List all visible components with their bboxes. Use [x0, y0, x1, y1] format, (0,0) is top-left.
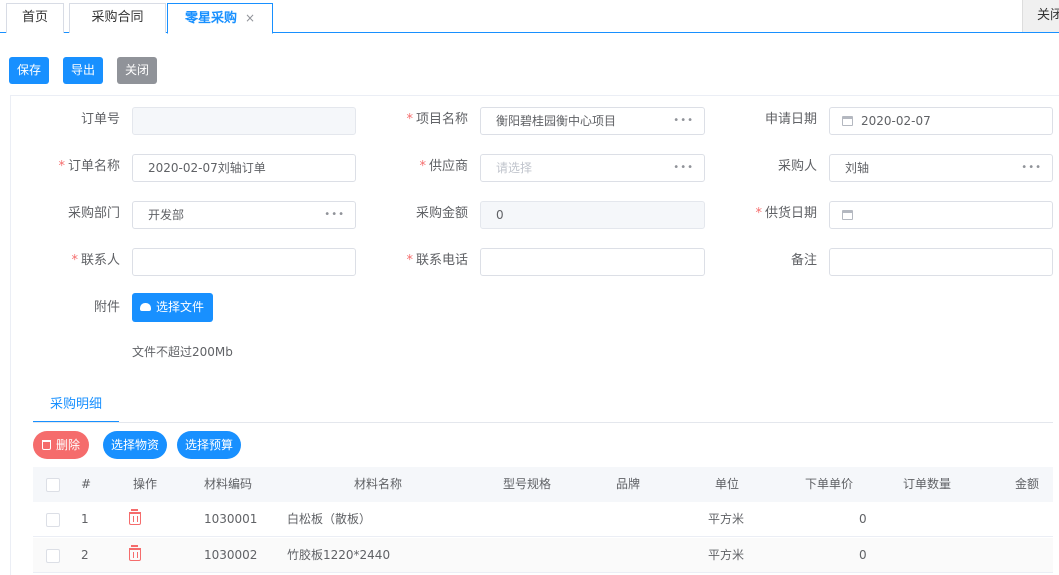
dept-label: 采购部门: [67, 206, 120, 221]
select-budget-button[interactable]: 选择预算: [177, 431, 241, 459]
ellipsis-icon[interactable]: •••: [324, 202, 345, 228]
col-amount: 金额: [1014, 477, 1039, 491]
col-name: 材料名称: [353, 477, 402, 491]
export-button[interactable]: 导出: [63, 57, 103, 84]
tab-purchase-detail[interactable]: 采购明细: [33, 390, 119, 423]
calendar-icon: [842, 116, 853, 126]
dept-input[interactable]: 开发部 •••: [132, 201, 356, 229]
col-unit: 单位: [714, 477, 739, 491]
trash-icon: [41, 440, 51, 450]
contact-label: * 联系人: [71, 253, 120, 268]
tab-home[interactable]: 首页: [6, 3, 64, 33]
close-icon[interactable]: ×: [245, 11, 255, 25]
row-name: 竹胶板1220*2440: [287, 548, 391, 562]
tab-purchase-contract-label: 采购合同: [91, 10, 144, 25]
supply-date-label: * 供货日期: [755, 206, 817, 221]
tab-purchase-contract[interactable]: 采购合同: [69, 3, 166, 33]
col-spec: 型号规格: [502, 477, 551, 491]
apply-date-input[interactable]: 2020-02-07: [829, 107, 1053, 135]
save-button[interactable]: 保存: [9, 57, 49, 84]
phone-input[interactable]: [480, 248, 705, 276]
row-code: 1030002: [204, 548, 258, 562]
table-header: # 操作 材料编码 材料名称 型号规格 品牌 单位 下单单价 订单数量 金额: [33, 467, 1053, 502]
supply-date-input[interactable]: [829, 201, 1053, 229]
col-index: #: [80, 477, 92, 491]
row-unit: 平方米: [708, 548, 745, 562]
row-code: 1030001: [204, 512, 258, 526]
amount-label: 采购金额: [415, 206, 468, 221]
tab-bar: 首页 采购合同 零星采购 × 关闭: [0, 0, 1059, 34]
supplier-input[interactable]: 请选择 •••: [480, 154, 705, 182]
tab-sporadic-purchase-label: 零星采购: [184, 11, 237, 26]
buyer-label: 采购人: [777, 159, 817, 174]
project-name-input[interactable]: 衡阳碧桂园衡中心项目 •••: [480, 107, 705, 135]
ellipsis-icon[interactable]: •••: [673, 108, 694, 134]
tab-sporadic-purchase[interactable]: 零星采购 ×: [167, 3, 273, 34]
select-all-checkbox[interactable]: [46, 478, 60, 492]
close-button[interactable]: 关闭: [117, 57, 157, 84]
col-code: 材料编码: [203, 477, 252, 491]
calendar-icon: [842, 210, 853, 220]
contact-input[interactable]: [132, 248, 356, 276]
col-brand: 品牌: [615, 477, 640, 491]
order-name-label: * 订单名称: [58, 159, 120, 174]
buyer-input[interactable]: 刘轴 •••: [829, 154, 1053, 182]
row-index: 1: [81, 512, 89, 526]
select-file-button[interactable]: 选择文件: [132, 293, 213, 322]
col-qty: 订单数量: [902, 477, 951, 491]
col-action: 操作: [132, 477, 157, 491]
ellipsis-icon[interactable]: •••: [1021, 155, 1042, 181]
row-index: 2: [81, 548, 89, 562]
attachment-label: 附件: [93, 300, 120, 315]
col-price: 下单单价: [804, 477, 853, 491]
table-row[interactable]: 1 1030001 白松板（散板） 平方米 0: [33, 502, 1053, 537]
trash-icon[interactable]: [129, 545, 141, 561]
cloud-upload-icon: [140, 303, 151, 311]
row-price: 0: [859, 548, 867, 562]
remark-label: 备注: [790, 253, 817, 268]
upload-hint: 文件不超过200Mb: [132, 345, 233, 359]
trash-icon[interactable]: [129, 509, 141, 525]
apply-date-label: 申请日期: [764, 112, 817, 127]
project-name-label: * 项目名称: [406, 112, 468, 127]
row-price: 0: [859, 512, 867, 526]
remark-input[interactable]: [829, 248, 1053, 276]
subtab-divider: [33, 422, 1053, 423]
row-checkbox[interactable]: [46, 549, 60, 563]
row-unit: 平方米: [708, 512, 745, 526]
select-material-button[interactable]: 选择物资: [103, 431, 167, 459]
order-name-input[interactable]: 2020-02-07刘轴订单: [132, 154, 356, 182]
phone-label: * 联系电话: [406, 253, 468, 268]
supplier-label: * 供应商: [419, 159, 468, 174]
amount-input[interactable]: 0: [480, 201, 705, 229]
delete-button[interactable]: 删除: [33, 431, 89, 459]
ellipsis-icon[interactable]: •••: [673, 155, 694, 181]
row-checkbox[interactable]: [46, 513, 60, 527]
close-all-button[interactable]: 关闭: [1022, 0, 1059, 32]
table-row[interactable]: 2 1030002 竹胶板1220*2440 平方米 0: [33, 538, 1053, 573]
order-no-label: 订单号: [80, 112, 120, 127]
tab-home-label: 首页: [21, 10, 48, 25]
row-name: 白松板（散板）: [287, 512, 372, 526]
order-no-input[interactable]: [132, 107, 356, 135]
